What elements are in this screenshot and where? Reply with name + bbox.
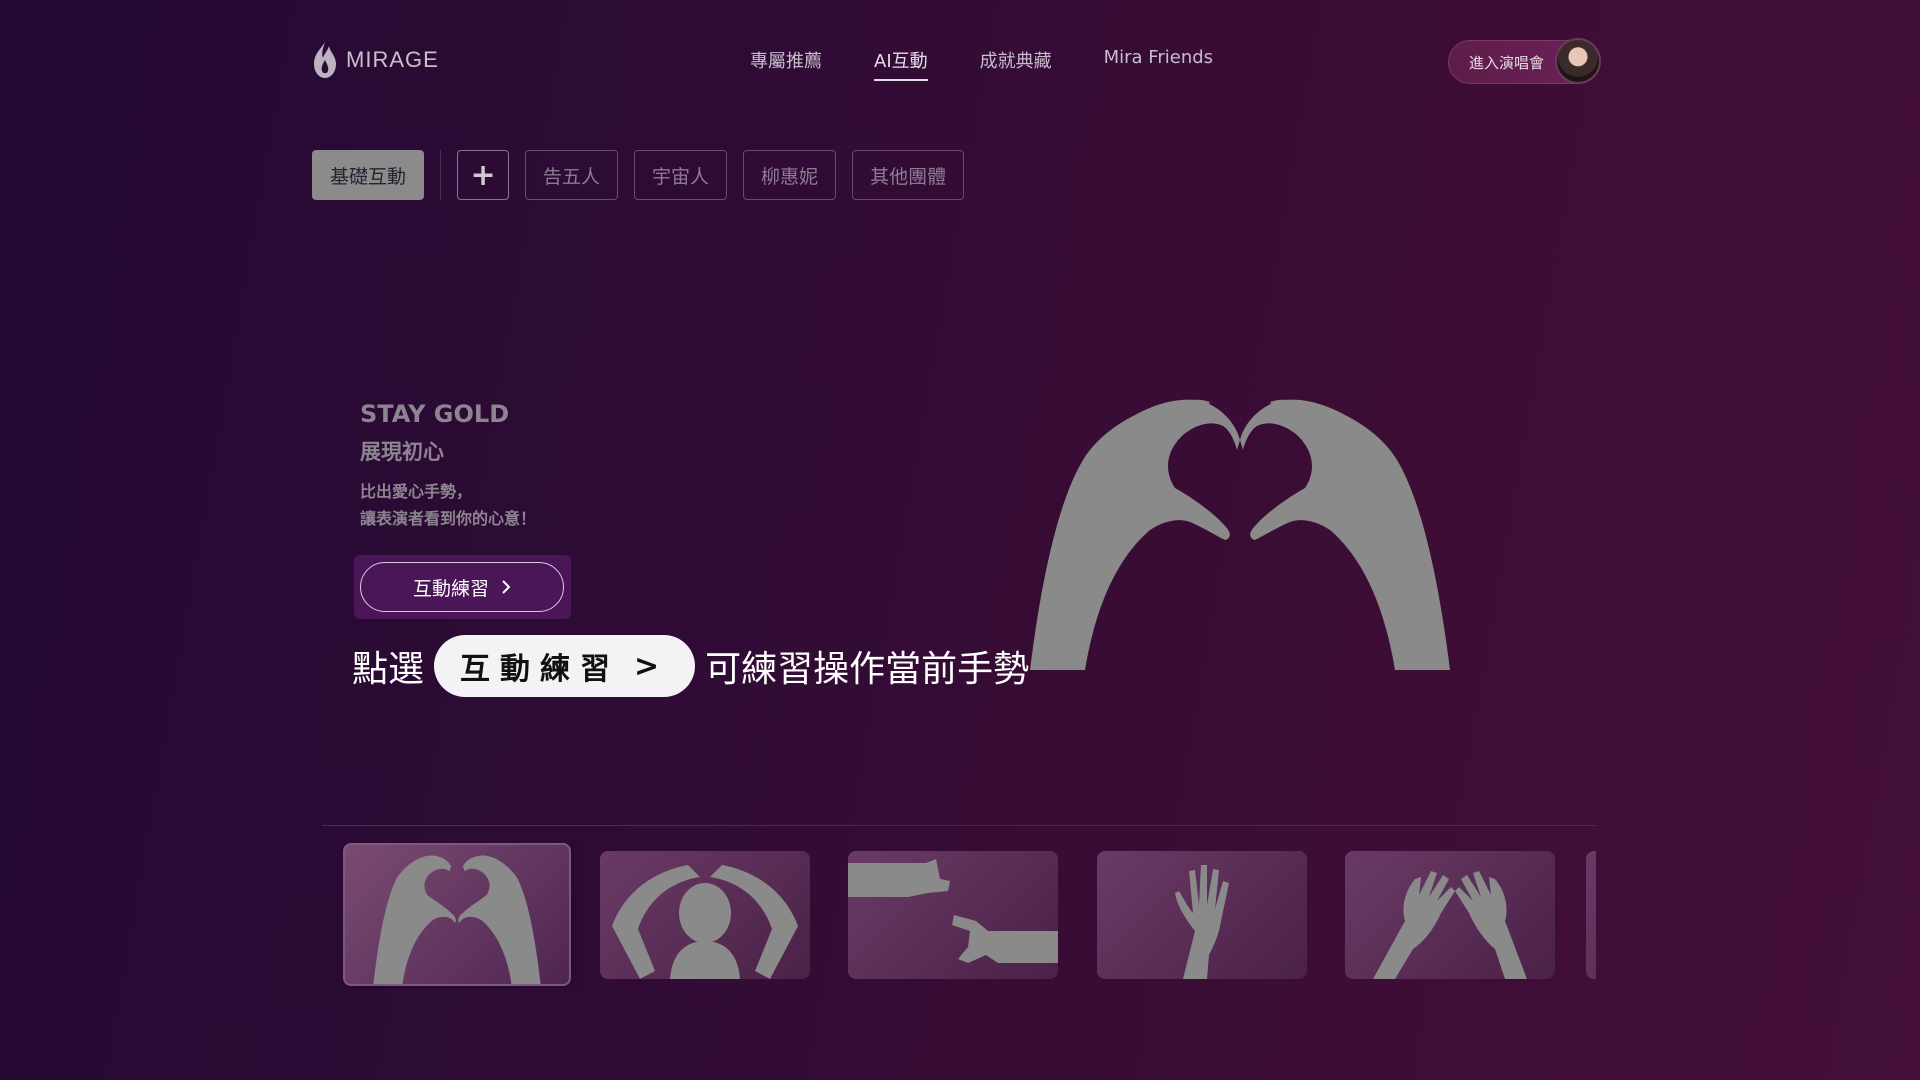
- gesture-strip-divider: [322, 825, 1597, 826]
- gesture-description-line-2: 讓表演者看到你的心意！: [360, 509, 537, 528]
- tip-suffix: 可練習操作當前手勢: [705, 649, 1030, 690]
- chevron-right-icon: [502, 580, 511, 594]
- gesture-description: 比出愛心手勢， 讓表演者看到你的心意！: [360, 478, 536, 532]
- gesture-thumb-finger-frame[interactable]: [848, 851, 1058, 979]
- flame-icon: [314, 42, 336, 78]
- brand-logo[interactable]: MIRAGE: [310, 40, 439, 80]
- tip-pill: 互動練習 >: [434, 635, 696, 697]
- user-avatar[interactable]: [1555, 38, 1601, 84]
- gesture-thumb-partial[interactable]: [1586, 851, 1596, 979]
- brand-name: MIRAGE: [346, 47, 439, 72]
- practice-button-label: 互動練習: [412, 577, 489, 600]
- tab-divider: [440, 150, 442, 200]
- gesture-thumb-raised-hand[interactable]: [1097, 851, 1307, 979]
- nav-item-achievements[interactable]: 成就典藏: [980, 47, 1052, 81]
- tip-pill-label: 互動練習: [460, 652, 621, 687]
- gesture-title: STAY GOLD: [360, 400, 510, 428]
- enter-concert-label: 進入演唱會: [1469, 53, 1545, 72]
- arms-heart-over-head-icon: [612, 865, 798, 979]
- heart-hands-icon: [1030, 399, 1450, 670]
- raised-hand-icon: [1175, 865, 1229, 979]
- nav-item-recommend[interactable]: 專屬推薦: [750, 47, 822, 81]
- nav-item-mira-friends[interactable]: Mira Friends: [1104, 47, 1213, 81]
- tip-prefix: 點選: [352, 649, 425, 690]
- tab-other-groups[interactable]: 其他團體: [852, 150, 965, 200]
- tab-artist-1[interactable]: 告五人: [525, 150, 619, 200]
- main-nav: 專屬推薦 AI互動 成就典藏 Mira Friends: [750, 47, 1213, 81]
- gesture-subtitle: 展現初心: [360, 440, 444, 464]
- finger-frame-icon: [848, 859, 1058, 963]
- gesture-strip: [343, 843, 1596, 988]
- plus-icon: +: [470, 157, 496, 193]
- practice-button[interactable]: 互動練習: [360, 562, 564, 612]
- gesture-thumb-two-hands[interactable]: [1345, 851, 1555, 979]
- tab-artist-3[interactable]: 柳惠妮: [743, 150, 837, 200]
- tab-basic-interaction[interactable]: 基礎互動: [312, 150, 425, 200]
- tab-artist-2[interactable]: 宇宙人: [634, 150, 728, 200]
- two-hands-up-icon: [1373, 871, 1527, 979]
- heart-hands-icon: [373, 855, 541, 984]
- gesture-thumb-arms-heart[interactable]: [600, 851, 810, 979]
- gesture-description-line-1: 比出愛心手勢，: [360, 482, 473, 501]
- nav-item-ai-interaction[interactable]: AI互動: [874, 47, 928, 81]
- ai-interaction-page: MIRAGE 專屬推薦 AI互動 成就典藏 Mira Friends 進入演唱會…: [0, 0, 1920, 1080]
- add-tab-button[interactable]: +: [457, 150, 510, 200]
- tip-pill-chevron: >: [634, 648, 670, 684]
- category-tabs: 基礎互動 + 告五人 宇宙人 柳惠妮 其他團體: [312, 150, 980, 200]
- gesture-thumb-heart-hands[interactable]: [343, 843, 571, 986]
- practice-tip: 點選 互動練習 > 可練習操作當前手勢: [352, 635, 1029, 697]
